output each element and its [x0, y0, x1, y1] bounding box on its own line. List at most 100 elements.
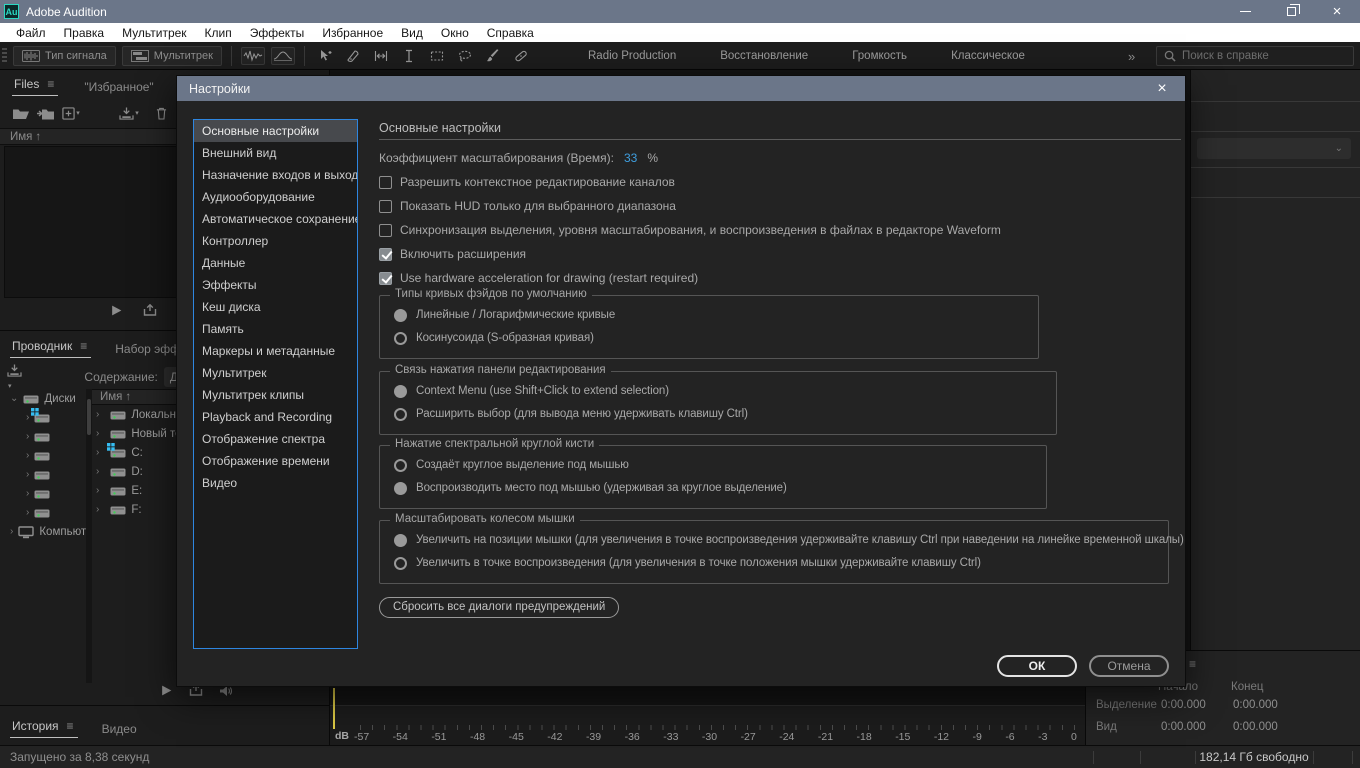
- dialog-close-button[interactable]: ×: [1151, 80, 1173, 98]
- chevron-right-icon[interactable]: ›: [96, 447, 99, 458]
- time-selection-tool-button[interactable]: [398, 46, 420, 66]
- workspace-tab[interactable]: Radio Production: [566, 50, 698, 62]
- panel-menu-icon[interactable]: ≡: [80, 339, 87, 353]
- radio[interactable]: [394, 332, 407, 345]
- tree-item-drive[interactable]: ›: [0, 503, 86, 522]
- settings-nav-item[interactable]: Мультитрек: [194, 362, 357, 384]
- tree-item-drive[interactable]: ›: [0, 446, 86, 465]
- panel-menu-icon[interactable]: ≡: [1189, 657, 1196, 671]
- tree-item-drive[interactable]: ›: [0, 408, 86, 427]
- tab-history[interactable]: История ≡: [10, 719, 78, 738]
- settings-nav-item[interactable]: Аудиооборудование: [194, 186, 357, 208]
- settings-nav-item[interactable]: Память: [194, 318, 357, 340]
- close-button[interactable]: ×: [1314, 0, 1360, 23]
- new-file-button[interactable]: ▾: [60, 103, 82, 123]
- checkbox[interactable]: [379, 176, 392, 189]
- chevron-right-icon[interactable]: ›: [26, 488, 29, 499]
- restore-button[interactable]: [1268, 0, 1314, 23]
- batch-export-button[interactable]: ▾: [118, 103, 140, 123]
- marquee-selection-tool-button[interactable]: [426, 46, 448, 66]
- tab-files[interactable]: Files ≡: [12, 77, 58, 96]
- dialog-titlebar[interactable]: Настройки ×: [177, 76, 1185, 101]
- workspace-tab[interactable]: Восстановление: [698, 50, 830, 62]
- workspace-tab[interactable]: Классическое: [929, 50, 1047, 62]
- settings-nav-item[interactable]: Маркеры и метаданные: [194, 340, 357, 362]
- panel-menu-icon[interactable]: ≡: [67, 719, 74, 733]
- checkbox[interactable]: [379, 200, 392, 213]
- menu-item[interactable]: Клип: [196, 26, 241, 40]
- right-panel-dropdown[interactable]: ⌄: [1197, 138, 1351, 159]
- settings-nav-item[interactable]: Отображение времени: [194, 450, 357, 472]
- move-tool-button[interactable]: [314, 46, 336, 66]
- settings-nav-item[interactable]: Playback and Recording: [194, 406, 357, 428]
- multitrack-editor-button[interactable]: Мультитрек: [122, 46, 222, 66]
- toolbar-grip[interactable]: [2, 48, 7, 64]
- radio-selected[interactable]: [394, 534, 407, 547]
- slip-tool-button[interactable]: [370, 46, 392, 66]
- menu-item[interactable]: Файл: [7, 26, 55, 40]
- checkbox-checked[interactable]: [379, 272, 392, 285]
- tree-item-drive[interactable]: ›: [0, 484, 86, 503]
- settings-nav-item[interactable]: Видео: [194, 472, 357, 494]
- settings-nav-item[interactable]: Основные настройки: [194, 120, 357, 142]
- checkbox-checked[interactable]: [379, 248, 392, 261]
- settings-nav-item[interactable]: Назначение входов и выходов: [194, 164, 357, 186]
- chevron-right-icon[interactable]: ›: [96, 428, 99, 439]
- chevron-right-icon[interactable]: ›: [96, 504, 99, 515]
- radio[interactable]: [394, 459, 407, 472]
- chevron-right-icon[interactable]: ›: [96, 409, 99, 420]
- settings-nav-item[interactable]: Эффекты: [194, 274, 357, 296]
- menu-item[interactable]: Окно: [432, 26, 478, 40]
- healing-brush-tool-button[interactable]: [510, 46, 532, 66]
- workspace-tab[interactable]: Громкость: [830, 50, 929, 62]
- tab-media-browser[interactable]: Проводник ≡: [10, 339, 91, 358]
- radio-selected[interactable]: [394, 482, 407, 495]
- preview-play-button[interactable]: [160, 683, 173, 697]
- chevron-right-icon[interactable]: ›: [96, 466, 99, 477]
- chevron-right-icon[interactable]: ›: [26, 450, 29, 461]
- settings-nav-item[interactable]: Автоматическое сохранение: [194, 208, 357, 230]
- chevron-right-icon[interactable]: ›: [96, 485, 99, 496]
- menu-item[interactable]: Вид: [392, 26, 432, 40]
- waveform-editor-button[interactable]: Тип сигнала: [13, 46, 116, 66]
- menu-item[interactable]: Мультитрек: [113, 26, 195, 40]
- razor-tool-button[interactable]: [342, 46, 364, 66]
- tab-video[interactable]: Видео: [102, 722, 137, 736]
- settings-nav-item[interactable]: Внешний вид: [194, 142, 357, 164]
- settings-nav-item[interactable]: Данные: [194, 252, 357, 274]
- workspace-overflow-chevron[interactable]: »: [1128, 42, 1135, 70]
- zoom-factor-value[interactable]: 33: [624, 151, 637, 165]
- ok-button[interactable]: ОК: [997, 655, 1077, 677]
- radio-selected[interactable]: [394, 309, 407, 322]
- minimize-button[interactable]: [1222, 0, 1268, 23]
- import-file-button[interactable]: [35, 103, 57, 123]
- waveform-view-toggle[interactable]: [241, 47, 265, 65]
- tree-item-drives[interactable]: ⌄ Диски: [0, 389, 86, 408]
- paintbrush-tool-button[interactable]: [482, 46, 504, 66]
- chevron-down-icon[interactable]: ⌄: [10, 393, 18, 404]
- tab-favorites[interactable]: "Избранное": [84, 80, 153, 94]
- checkbox[interactable]: [379, 224, 392, 237]
- tree-item-computer[interactable]: › Компьютер: [0, 522, 86, 541]
- preview-play-button[interactable]: [110, 303, 123, 317]
- radio-selected[interactable]: [394, 385, 407, 398]
- chevron-right-icon[interactable]: ›: [10, 526, 13, 537]
- menu-item[interactable]: Правка: [55, 26, 114, 40]
- loop-playback-button[interactable]: [143, 303, 157, 317]
- settings-nav-item[interactable]: Мультитрек клипы: [194, 384, 357, 406]
- help-search-input[interactable]: Поиск в справке: [1156, 46, 1354, 66]
- levels-panel[interactable]: dB -57-54-51-48-45-42-39-36-33-30-27-24-…: [330, 705, 1085, 745]
- chevron-right-icon[interactable]: ›: [26, 412, 29, 423]
- chevron-right-icon[interactable]: ›: [26, 469, 29, 480]
- scrollbar-handle[interactable]: [87, 399, 91, 435]
- delete-button[interactable]: [150, 103, 172, 123]
- panel-menu-icon[interactable]: ≡: [47, 77, 54, 91]
- import-button[interactable]: ▾: [7, 363, 26, 391]
- open-file-button[interactable]: [10, 103, 32, 123]
- chevron-right-icon[interactable]: ›: [26, 507, 29, 518]
- settings-nav-item[interactable]: Контроллер: [194, 230, 357, 252]
- radio[interactable]: [394, 408, 407, 421]
- reset-warning-dialogs-button[interactable]: Сбросить все диалоги предупреждений: [379, 597, 619, 618]
- spectral-view-toggle[interactable]: [271, 47, 295, 65]
- settings-nav-item[interactable]: Отображение спектра: [194, 428, 357, 450]
